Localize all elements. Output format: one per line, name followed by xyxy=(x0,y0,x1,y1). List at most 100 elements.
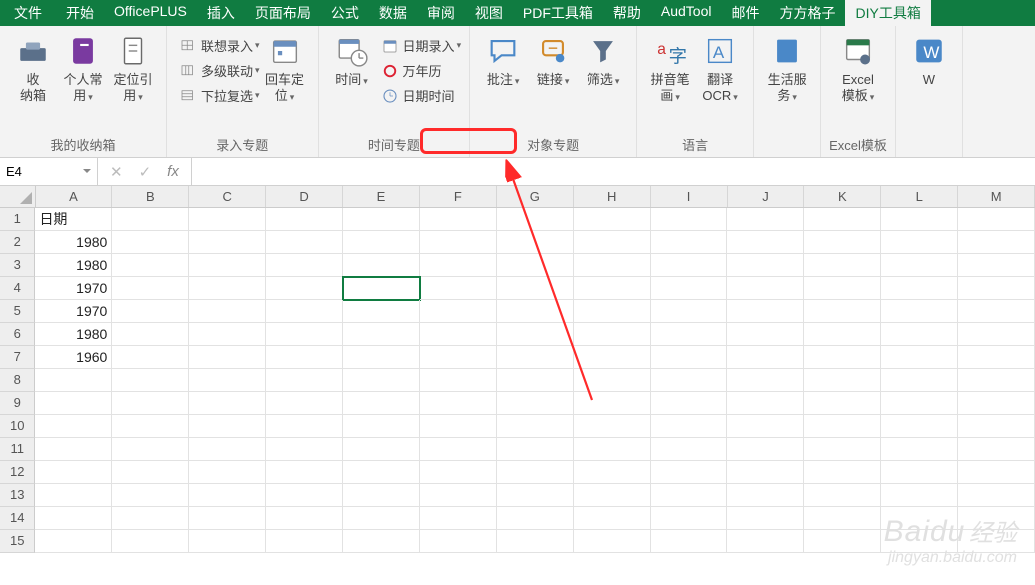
tab-插入[interactable]: 插入 xyxy=(197,0,245,26)
tab-数据[interactable]: 数据 xyxy=(369,0,417,26)
cell-K6[interactable] xyxy=(804,323,881,346)
cell-C7[interactable] xyxy=(189,346,266,369)
cell-L6[interactable] xyxy=(881,323,958,346)
cell-C10[interactable] xyxy=(189,415,266,438)
cell-G1[interactable] xyxy=(497,208,574,231)
cell-I10[interactable] xyxy=(651,415,728,438)
cell-A10[interactable] xyxy=(35,415,112,438)
tab-帮助[interactable]: 帮助 xyxy=(603,0,651,26)
cell-A13[interactable] xyxy=(35,484,112,507)
locate-ref-button[interactable]: 定位引 用▾ xyxy=(108,32,158,105)
cell-D15[interactable] xyxy=(266,530,343,553)
cell-K3[interactable] xyxy=(804,254,881,277)
formula-input[interactable] xyxy=(192,158,1035,185)
cell-B5[interactable] xyxy=(112,300,189,323)
cell-G3[interactable] xyxy=(497,254,574,277)
cell-I8[interactable] xyxy=(651,369,728,392)
cell-E1[interactable] xyxy=(343,208,420,231)
personal-use-button[interactable]: 个人常 用▾ xyxy=(58,32,108,105)
cell-K1[interactable] xyxy=(804,208,881,231)
translate-button[interactable]: A翻译 OCR▾ xyxy=(695,32,745,105)
cell-I14[interactable] xyxy=(651,507,728,530)
cell-H5[interactable] xyxy=(574,300,651,323)
cell-F6[interactable] xyxy=(420,323,497,346)
cell-K2[interactable] xyxy=(804,231,881,254)
tab-diy工具箱[interactable]: DIY工具箱 xyxy=(845,0,930,26)
col-header-I[interactable]: I xyxy=(651,186,728,207)
cell-K12[interactable] xyxy=(804,461,881,484)
cell-E7[interactable] xyxy=(343,346,420,369)
cell-M2[interactable] xyxy=(958,231,1035,254)
tab-officeplus[interactable]: OfficePLUS xyxy=(104,0,197,26)
cell-J2[interactable] xyxy=(727,231,804,254)
cell-L15[interactable] xyxy=(881,530,958,553)
link-button[interactable]: 链接▾ xyxy=(528,32,578,88)
cell-D6[interactable] xyxy=(266,323,343,346)
cell-E14[interactable] xyxy=(343,507,420,530)
cell-D1[interactable] xyxy=(266,208,343,231)
cell-D12[interactable] xyxy=(266,461,343,484)
cell-A15[interactable] xyxy=(35,530,112,553)
cell-B14[interactable] xyxy=(112,507,189,530)
cell-J11[interactable] xyxy=(727,438,804,461)
cell-D3[interactable] xyxy=(266,254,343,277)
life-service-button[interactable]: 生活服 务▾ xyxy=(762,32,812,105)
row-header-14[interactable]: 14 xyxy=(0,507,35,530)
cell-K10[interactable] xyxy=(804,415,881,438)
excel-template-button[interactable]: Excel 模板▾ xyxy=(833,32,883,105)
cell-I13[interactable] xyxy=(651,484,728,507)
cell-L14[interactable] xyxy=(881,507,958,530)
row-header-10[interactable]: 10 xyxy=(0,415,35,438)
cell-K15[interactable] xyxy=(804,530,881,553)
cell-M4[interactable] xyxy=(958,277,1035,300)
cell-C15[interactable] xyxy=(189,530,266,553)
cell-B11[interactable] xyxy=(112,438,189,461)
cell-C8[interactable] xyxy=(189,369,266,392)
cell-J1[interactable] xyxy=(727,208,804,231)
col-header-D[interactable]: D xyxy=(266,186,343,207)
cell-H8[interactable] xyxy=(574,369,651,392)
cell-C1[interactable] xyxy=(189,208,266,231)
cell-A8[interactable] xyxy=(35,369,112,392)
col-header-B[interactable]: B xyxy=(112,186,189,207)
cell-B6[interactable] xyxy=(112,323,189,346)
back-locate-button[interactable]: 回车定 位▾ xyxy=(260,32,310,105)
date-input-button[interactable]: 日期录入▾ xyxy=(381,36,462,55)
cell-D14[interactable] xyxy=(266,507,343,530)
filter-button[interactable]: 筛选▾ xyxy=(578,32,628,88)
cell-B7[interactable] xyxy=(112,346,189,369)
row-header-12[interactable]: 12 xyxy=(0,461,35,484)
row-header-2[interactable]: 2 xyxy=(0,231,35,254)
confirm-icon[interactable]: ✓ xyxy=(139,163,152,181)
cell-J10[interactable] xyxy=(727,415,804,438)
row-header-1[interactable]: 1 xyxy=(0,208,35,231)
cell-H10[interactable] xyxy=(574,415,651,438)
cell-E11[interactable] xyxy=(343,438,420,461)
col-header-E[interactable]: E xyxy=(343,186,420,207)
tab-pdf工具箱[interactable]: PDF工具箱 xyxy=(513,0,603,26)
col-header-L[interactable]: L xyxy=(881,186,958,207)
cell-E3[interactable] xyxy=(343,254,420,277)
cell-M5[interactable] xyxy=(958,300,1035,323)
cell-A6[interactable]: 1980 xyxy=(35,323,112,346)
cell-L9[interactable] xyxy=(881,392,958,415)
cell-D2[interactable] xyxy=(266,231,343,254)
cell-F1[interactable] xyxy=(420,208,497,231)
cell-I4[interactable] xyxy=(651,277,728,300)
name-box[interactable]: E4 xyxy=(0,158,98,185)
cell-F12[interactable] xyxy=(420,461,497,484)
cell-F13[interactable] xyxy=(420,484,497,507)
cell-I9[interactable] xyxy=(651,392,728,415)
cell-H3[interactable] xyxy=(574,254,651,277)
cell-D4[interactable] xyxy=(266,277,343,300)
cell-H14[interactable] xyxy=(574,507,651,530)
cell-I12[interactable] xyxy=(651,461,728,484)
cell-F11[interactable] xyxy=(420,438,497,461)
tab-公式[interactable]: 公式 xyxy=(321,0,369,26)
cell-D13[interactable] xyxy=(266,484,343,507)
cell-K7[interactable] xyxy=(804,346,881,369)
cell-L2[interactable] xyxy=(881,231,958,254)
cell-G2[interactable] xyxy=(497,231,574,254)
col-header-M[interactable]: M xyxy=(958,186,1035,207)
cell-H15[interactable] xyxy=(574,530,651,553)
